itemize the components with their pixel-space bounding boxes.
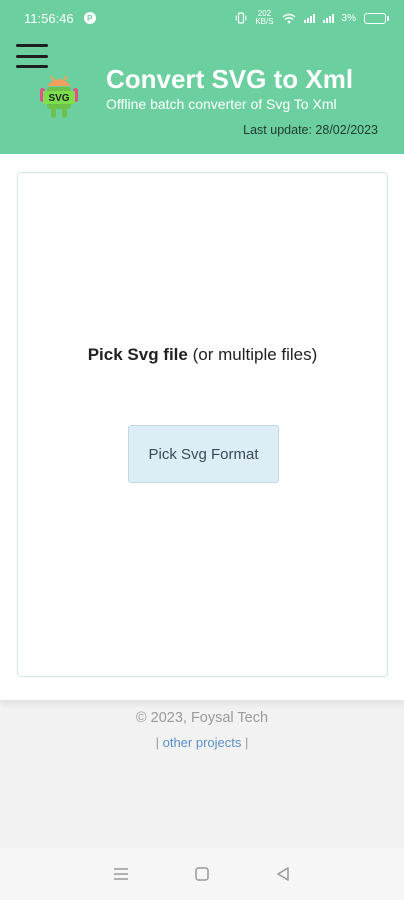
net-speed: 202 KB/S <box>255 9 274 26</box>
signal-icon-2 <box>322 13 334 23</box>
pick-instructions: Pick Svg file (or multiple files) <box>18 345 387 365</box>
status-bar: 11:56:46 P 202 KB/S 3% <box>0 0 404 36</box>
battery-icon <box>364 12 389 24</box>
app-title: Convert SVG to Xml <box>106 64 354 94</box>
separator-left: | <box>155 735 159 750</box>
battery-percent: 3% <box>341 12 356 24</box>
recent-apps-icon[interactable] <box>109 862 133 886</box>
hamburger-menu-icon[interactable] <box>16 44 48 68</box>
other-projects-link[interactable]: other projects <box>163 735 242 750</box>
back-icon[interactable] <box>271 862 295 886</box>
pick-svg-button[interactable]: Pick Svg Format <box>128 425 279 483</box>
main-content: Pick Svg file (or multiple files) Pick S… <box>0 154 404 700</box>
status-time: 11:56:46 <box>24 10 74 26</box>
file-picker-card: Pick Svg file (or multiple files) Pick S… <box>17 172 388 677</box>
vibrate-icon <box>236 12 247 24</box>
pick-label-rest: (or multiple files) <box>187 345 318 364</box>
last-update-text: Last update: 28/02/2023 <box>243 123 378 137</box>
app-subtitle: Offline batch converter of Svg To Xml <box>106 96 337 112</box>
other-projects-line: | other projects | <box>0 735 404 750</box>
separator-right: | <box>245 735 249 750</box>
notification-p-icon: P <box>83 12 96 24</box>
home-icon[interactable] <box>190 862 214 886</box>
android-svg-logo: SVG <box>40 75 78 118</box>
system-nav-bar <box>0 848 404 900</box>
app-header: SVG Convert SVG to Xml Offline batch con… <box>0 36 404 154</box>
signal-icon-1 <box>303 13 315 23</box>
wifi-icon <box>282 13 295 23</box>
pick-label-bold: Pick Svg file <box>87 345 188 364</box>
logo-text: SVG <box>48 93 69 104</box>
copyright-text: © 2023, Foysal Tech <box>135 710 269 726</box>
